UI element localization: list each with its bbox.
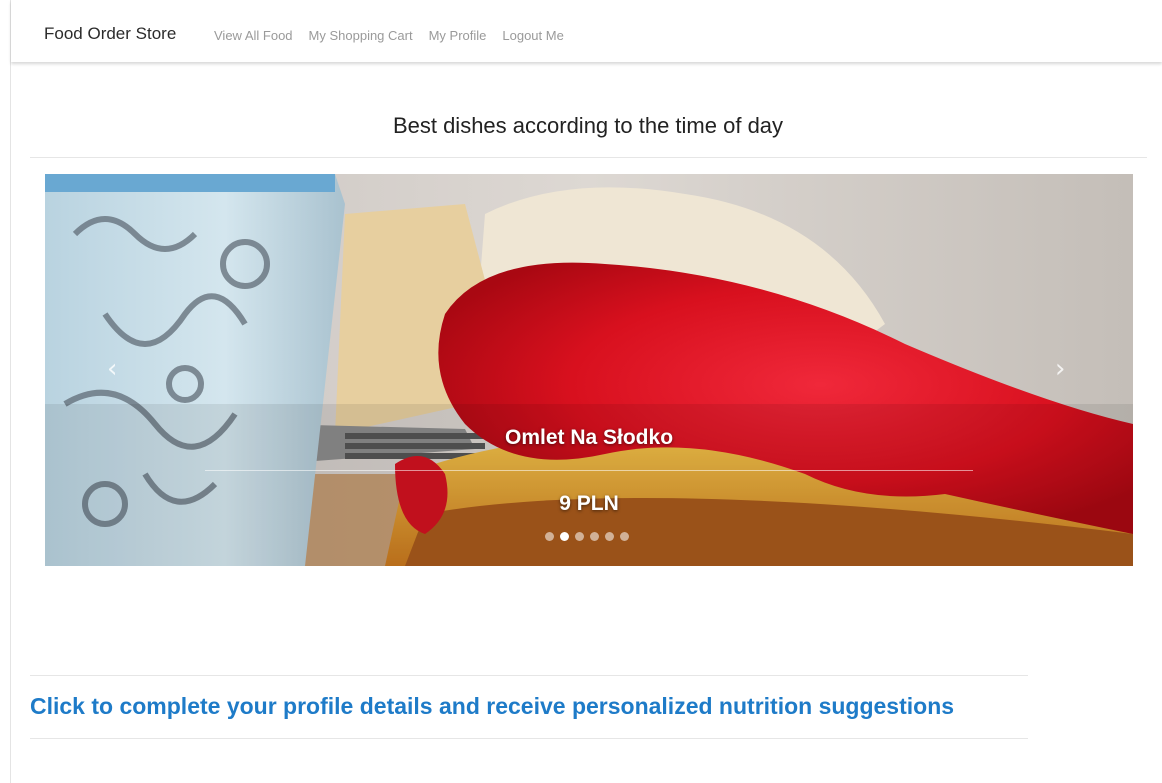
nav-links: View All Food My Shopping Cart My Profil…	[214, 28, 580, 43]
navbar: Food Order Store View All Food My Shoppi…	[11, 0, 1162, 62]
nav-view-all-food[interactable]: View All Food	[214, 28, 293, 43]
carousel-prev-icon[interactable]: ‹	[107, 354, 117, 384]
carousel-indicator-dot[interactable]	[590, 532, 599, 541]
page-title: Best dishes according to the time of day	[392, 113, 784, 138]
nav-logout[interactable]: Logout Me	[502, 28, 563, 43]
carousel-indicator-dot[interactable]	[560, 532, 569, 541]
dish-carousel[interactable]: ‹ › Omlet Na Słodko 9 PLN	[45, 174, 1133, 566]
nav-my-profile[interactable]: My Profile	[429, 28, 487, 43]
carousel-next-icon[interactable]: ›	[1055, 354, 1065, 384]
carousel-indicator-dot[interactable]	[575, 532, 584, 541]
carousel-indicator-dot[interactable]	[620, 532, 629, 541]
carousel-indicators	[545, 532, 629, 541]
caption-divider	[205, 470, 973, 471]
complete-profile-link[interactable]: Click to complete your profile details a…	[30, 693, 954, 720]
divider	[30, 157, 1147, 158]
slide-dish-name: Omlet Na Słodko	[504, 426, 674, 449]
divider	[30, 675, 1028, 676]
carousel-indicator-dot[interactable]	[545, 532, 554, 541]
divider	[30, 738, 1028, 739]
slide-dish-price: 9 PLN	[559, 492, 619, 515]
carousel-indicator-dot[interactable]	[605, 532, 614, 541]
brand-link[interactable]: Food Order Store	[44, 24, 176, 44]
page: Food Order Store View All Food My Shoppi…	[0, 0, 1162, 783]
nav-my-shopping-cart[interactable]: My Shopping Cart	[309, 28, 413, 43]
